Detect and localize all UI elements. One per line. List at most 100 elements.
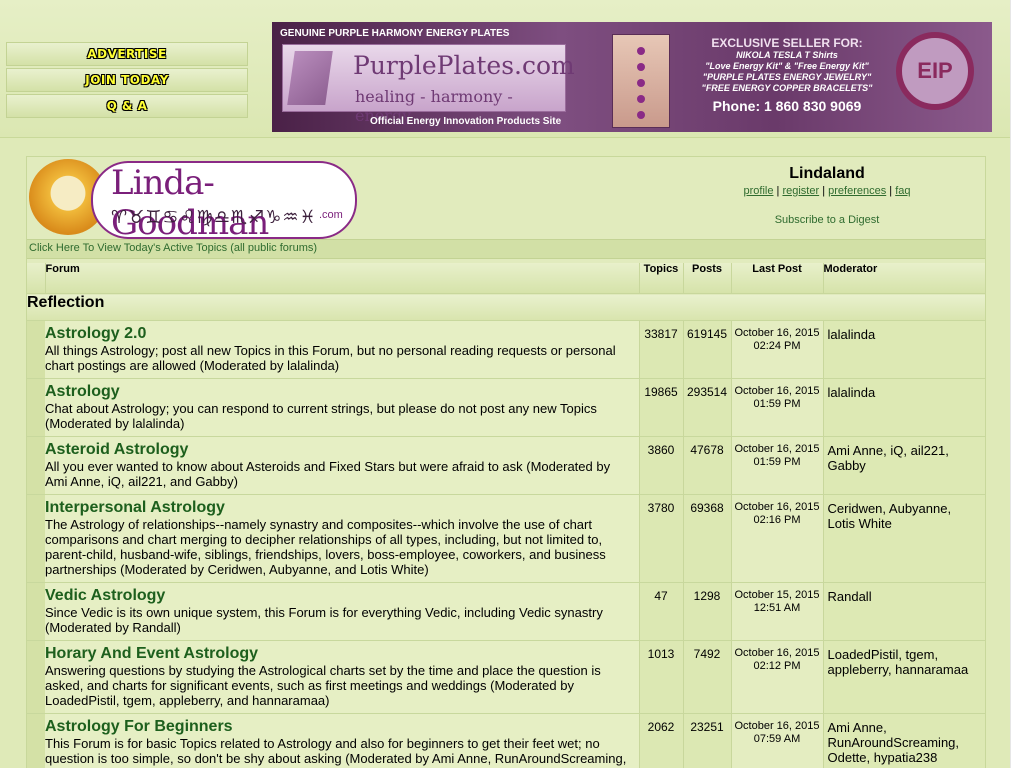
active-topics-link[interactable]: Click Here To View Today's Active Topics… [29,242,317,254]
banner-top-text: GENUINE PURPLE HARMONY ENERGY PLATES [280,28,510,39]
table-header: Forum Topics Posts Last Post Moderator [27,263,986,294]
eip-logo-icon: EIP [896,32,974,110]
banner-phone: Phone: 1 860 830 9069 [712,98,862,114]
forum-topics: 19865 [638,378,683,437]
row-gutter [27,436,45,495]
last-post-date: October 16, 2015 [734,647,820,659]
ad-banner[interactable]: GENUINE PURPLE HARMONY ENERGY PLATES Pur… [272,22,992,132]
forum-moderator: Ceridwen, Aubyanne, Lotis White [822,494,985,583]
forum-row: Vedic Astrology Since Vedic is its own u… [27,582,985,641]
vertical-scrollbar[interactable] [1010,0,1024,768]
forum-name-link[interactable]: Vedic Astrology [45,587,629,605]
forum-name-link[interactable]: Interpersonal Astrology [45,499,629,517]
forum-posts: 23251 [682,713,731,768]
forum-moderator: Ami Anne, iQ, ail221, Gabby [822,436,985,495]
site-nav: profile | register | preferences | faq [743,185,911,197]
zodiac-glyphs: ♈♉♊♋♌♍♎♏♐♑♒♓ [111,207,317,227]
forum-row: Astrology 2.0 All things Astrology; post… [27,320,985,379]
advertise-link[interactable]: ADVERTISE [6,42,248,66]
forum-info: Horary And Event Astrology Answering que… [45,640,639,714]
forum-posts: 7492 [682,640,731,714]
forum-row: Astrology Chat about Astrology; you can … [27,378,985,437]
side-links: ADVERTISE JOIN TODAY Q & A [6,42,248,120]
last-post-time: 02:24 PM [753,340,801,352]
active-topics-bar: Click Here To View Today's Active Topics… [27,239,985,259]
forum-topics: 3780 [638,494,683,583]
subscribe-digest-link[interactable]: Subscribe to a Digest [723,214,931,226]
last-post-date: October 16, 2015 [734,443,820,455]
forum-moderator: LoadedPistil, tgem, appleberry, hannaram… [822,640,985,714]
forum-moderator: lalalinda [822,378,985,437]
forum-posts: 619145 [682,320,731,379]
join-today-link[interactable]: JOIN TODAY [6,68,248,92]
last-post-time: 01:59 PM [753,456,801,468]
category-row: Reflection [27,293,985,321]
row-gutter [27,320,45,379]
header-gutter [27,263,46,294]
last-post-time: 01:59 PM [753,398,801,410]
last-post-time: 12:51 AM [753,602,801,614]
last-post-date: October 16, 2015 [734,501,820,513]
register-link[interactable]: register [782,185,819,197]
forum-description: Chat about Astrology; you can respond to… [45,401,597,431]
forum-topics: 33817 [638,320,683,379]
forum-moderator: Randall [822,582,985,641]
qa-link[interactable]: Q & A [6,94,248,118]
forum-row: Asteroid Astrology All you ever wanted t… [27,436,985,495]
last-post-time: 02:12 PM [753,660,801,672]
forum-moderator: Ami Anne, RunAroundScreaming, Odette, hy… [822,713,985,768]
forum-info: Astrology 2.0 All things Astrology; post… [45,320,639,379]
forum-name-link[interactable]: Asteroid Astrology [45,441,629,459]
forum-description: All you ever wanted to know about Astero… [45,459,611,489]
forum-row: Horary And Event Astrology Answering que… [27,640,985,714]
site-logo[interactable]: Linda-Goodman ♈♉♊♋♌♍♎♏♐♑♒♓ .com [29,159,357,243]
forum-topics: 1013 [638,640,683,714]
page: ADVERTISE JOIN TODAY Q & A GENUINE PURPL… [0,0,1011,768]
header-topics: Topics [639,263,684,294]
forum-posts: 1298 [682,582,731,641]
logo-com: .com [319,209,343,221]
forum-name-link[interactable]: Horary And Event Astrology [45,645,629,663]
profile-link[interactable]: profile [744,185,774,197]
forum-last-post: October 16, 2015 02:24 PM [730,320,823,379]
forum-table: Forum Topics Posts Last Post Moderator R… [27,263,986,768]
preferences-link[interactable]: preferences [828,185,886,197]
forum-info: Interpersonal Astrology The Astrology of… [45,494,639,583]
last-post-date: October 16, 2015 [734,720,820,732]
forum-last-post: October 16, 2015 01:59 PM [730,436,823,495]
banner-plate: PurplePlates.com healing - harmony - ene… [282,44,575,125]
forum-info: Astrology Chat about Astrology; you can … [45,378,639,437]
row-gutter [27,713,45,768]
forum-description: The Astrology of relationships--namely s… [45,517,606,577]
forum-row: Astrology For Beginners This Forum is fo… [27,713,985,768]
forum-topics: 3860 [638,436,683,495]
row-gutter [27,640,45,714]
forum-info: Astrology For Beginners This Forum is fo… [45,713,639,768]
row-gutter [27,582,45,641]
forum-last-post: October 16, 2015 02:16 PM [730,494,823,583]
top-strip: ADVERTISE JOIN TODAY Q & A GENUINE PURPL… [0,0,1011,138]
last-post-date: October 16, 2015 [734,327,820,339]
banner-line: "PURPLE PLATES ENERGY JEWELRY" [702,72,872,82]
banner-right-text: EXCLUSIVE SELLER FOR: NIKOLA TESLA T Shi… [682,36,892,114]
row-gutter [27,494,45,583]
forum-row: Interpersonal Astrology The Astrology of… [27,494,985,583]
header-last-post: Last Post [731,263,824,294]
banner-photo [612,34,670,128]
faq-link[interactable]: faq [895,185,910,197]
forum-posts: 69368 [682,494,731,583]
banner-footer: Official Energy Innovation Products Site [370,116,562,127]
forum-name-link[interactable]: Astrology 2.0 [45,325,629,343]
header-posts: Posts [683,263,732,294]
site-title: Lindaland [789,165,865,182]
forum-name-link[interactable]: Astrology For Beginners [45,718,629,736]
forum-last-post: October 15, 2015 12:51 AM [730,582,823,641]
banner-site-name: PurplePlates.com [353,51,575,80]
category-title[interactable]: Reflection [27,293,985,321]
banner-line: "FREE ENERGY COPPER BRACELETS" [701,83,873,93]
forum-main: Linda-Goodman ♈♉♊♋♌♍♎♏♐♑♒♓ .com Lindalan… [26,156,986,768]
forum-name-link[interactable]: Astrology [45,383,629,401]
forum-info: Vedic Astrology Since Vedic is its own u… [45,582,639,641]
forum-topics: 2062 [638,713,683,768]
forum-description: Answering questions by studying the Astr… [45,663,601,708]
